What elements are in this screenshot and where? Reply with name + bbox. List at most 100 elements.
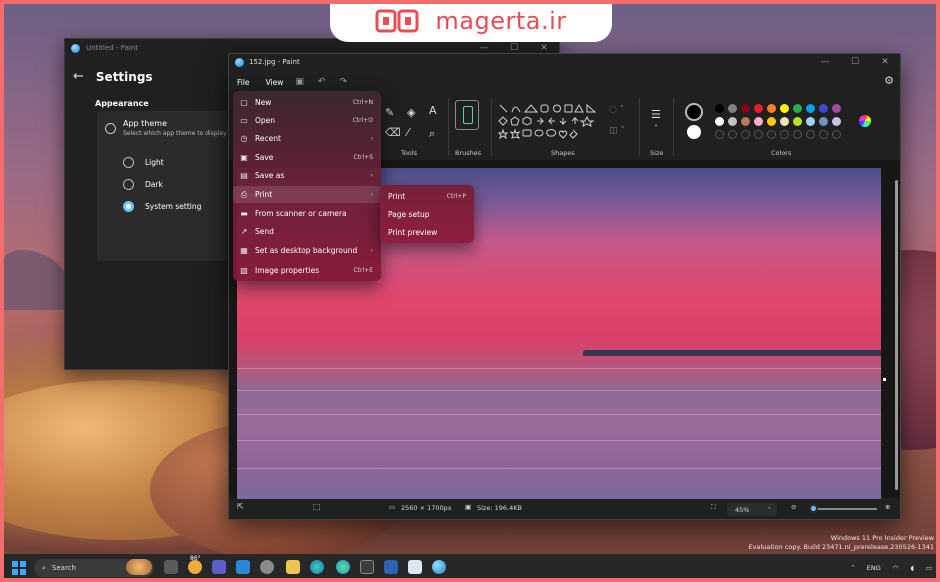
color-picker-icon[interactable]: ⁄ bbox=[407, 126, 409, 139]
pencil-icon[interactable]: ✎ bbox=[385, 106, 394, 119]
print-preview-menu-item[interactable]: Print preview bbox=[388, 228, 437, 237]
color-swatch[interactable] bbox=[793, 117, 802, 126]
magnifier-icon[interactable]: ⌕ bbox=[429, 127, 435, 141]
vertical-scrollbar[interactable] bbox=[895, 174, 898, 494]
zoom-in-icon[interactable]: ⊕ bbox=[885, 503, 890, 511]
paint-app-icon[interactable] bbox=[432, 560, 446, 574]
brushes-button[interactable] bbox=[455, 100, 479, 130]
color-swatch[interactable] bbox=[754, 130, 763, 139]
secondary-color-swatch[interactable] bbox=[687, 125, 701, 139]
zoom-dropdown[interactable]: 45% ˅ bbox=[727, 503, 777, 516]
file-explorer-icon[interactable] bbox=[286, 560, 300, 574]
file-menu-item[interactable]: ▧ Image properties Ctrl+E bbox=[233, 262, 381, 279]
color-swatch[interactable] bbox=[793, 130, 802, 139]
redo-icon[interactable]: ↷ bbox=[333, 77, 353, 87]
language-indicator[interactable]: ENG bbox=[867, 564, 881, 572]
volume-icon[interactable]: ◖ bbox=[910, 564, 913, 572]
zoom-out-icon[interactable]: ⊖ bbox=[791, 503, 796, 511]
zoom-slider-knob[interactable] bbox=[809, 504, 818, 513]
save-icon[interactable]: ▣ bbox=[289, 77, 310, 87]
theme-option-light[interactable]: Light bbox=[123, 157, 164, 168]
color-swatch[interactable] bbox=[767, 117, 776, 126]
battery-icon[interactable]: ▭ bbox=[926, 564, 932, 572]
file-menu-item[interactable]: ▦ Set as desktop background › bbox=[233, 242, 381, 259]
weather-widget-icon[interactable] bbox=[188, 560, 202, 574]
notepad-icon[interactable] bbox=[408, 560, 422, 574]
color-swatch[interactable] bbox=[728, 130, 737, 139]
color-swatch[interactable] bbox=[780, 117, 789, 126]
file-menu-item[interactable]: ⎙ Print › bbox=[233, 186, 381, 203]
color-swatch[interactable] bbox=[806, 117, 815, 126]
color-swatch[interactable] bbox=[819, 130, 828, 139]
zoom-slider-track[interactable] bbox=[811, 508, 877, 510]
radio-button[interactable] bbox=[123, 157, 134, 168]
radio-button-selected[interactable] bbox=[123, 201, 134, 212]
primary-color-swatch[interactable] bbox=[685, 103, 703, 121]
color-swatch[interactable] bbox=[819, 117, 828, 126]
back-arrow-icon[interactable]: ← bbox=[73, 69, 84, 84]
color-swatch[interactable] bbox=[754, 117, 763, 126]
task-view-icon[interactable] bbox=[164, 560, 178, 574]
close-icon[interactable]: ✕ bbox=[870, 53, 900, 71]
resize-handle[interactable] bbox=[883, 378, 886, 381]
edge-beta-icon[interactable] bbox=[336, 560, 350, 574]
theme-option-dark[interactable]: Dark bbox=[123, 179, 163, 190]
settings-gear-icon[interactable] bbox=[260, 560, 274, 574]
widgets-icon[interactable] bbox=[236, 560, 250, 574]
size-lines-icon[interactable]: ☰ bbox=[651, 108, 661, 121]
radio-button[interactable] bbox=[123, 179, 134, 190]
minimize-icon[interactable]: — bbox=[810, 53, 840, 71]
fill-bucket-icon[interactable]: ◈ bbox=[407, 106, 415, 119]
terminal-icon[interactable] bbox=[360, 560, 374, 574]
maximize-icon[interactable]: ☐ bbox=[840, 53, 870, 71]
color-swatch[interactable] bbox=[715, 117, 724, 126]
fit-to-window-icon[interactable]: ⛶ bbox=[711, 503, 716, 512]
color-swatch[interactable] bbox=[741, 117, 750, 126]
color-swatch[interactable] bbox=[832, 117, 841, 126]
start-windows-icon[interactable] bbox=[12, 561, 26, 575]
teams-chat-icon[interactable] bbox=[212, 560, 226, 574]
file-menu-item[interactable]: ▬ From scanner or camera bbox=[233, 205, 381, 222]
settings-gear-icon[interactable]: ⚙ bbox=[884, 74, 894, 87]
edit-colors-icon[interactable] bbox=[859, 115, 871, 127]
menu-file[interactable]: File bbox=[233, 76, 254, 89]
chevron-up-icon[interactable]: ˄ bbox=[851, 564, 854, 572]
color-swatch[interactable] bbox=[780, 104, 789, 113]
store-icon[interactable] bbox=[384, 560, 398, 574]
color-swatch[interactable] bbox=[715, 130, 724, 139]
file-menu-item[interactable]: ↗ Send bbox=[233, 223, 381, 240]
file-menu-item[interactable]: ▢ New Ctrl+N bbox=[233, 94, 381, 111]
color-swatch[interactable] bbox=[741, 104, 750, 113]
color-swatch[interactable] bbox=[715, 104, 724, 113]
outline-dropdown-icon[interactable]: ◌ ˅ bbox=[609, 105, 624, 115]
color-swatch[interactable] bbox=[806, 130, 815, 139]
color-swatch[interactable] bbox=[780, 130, 789, 139]
wifi-icon[interactable]: ◠ bbox=[893, 564, 899, 572]
color-swatch[interactable] bbox=[793, 104, 802, 113]
undo-icon[interactable]: ↶ bbox=[312, 77, 332, 87]
print-menu-item[interactable]: Print bbox=[388, 192, 405, 201]
chevron-down-icon[interactable]: ˅ bbox=[654, 124, 658, 133]
shapes-gallery[interactable] bbox=[497, 102, 601, 142]
color-swatch[interactable] bbox=[806, 104, 815, 113]
fill-dropdown-icon[interactable]: ◫ ˅ bbox=[609, 126, 625, 136]
color-swatch[interactable] bbox=[832, 130, 841, 139]
color-swatch[interactable] bbox=[741, 130, 750, 139]
edge-browser-icon[interactable] bbox=[310, 560, 324, 574]
color-swatch[interactable] bbox=[767, 104, 776, 113]
color-swatch[interactable] bbox=[832, 104, 841, 113]
color-swatch[interactable] bbox=[767, 130, 776, 139]
color-swatch[interactable] bbox=[728, 104, 737, 113]
file-menu-item[interactable]: ▤ Save as › bbox=[233, 167, 381, 184]
color-swatch[interactable] bbox=[754, 104, 763, 113]
color-swatch[interactable] bbox=[728, 117, 737, 126]
menu-view[interactable]: View bbox=[262, 76, 288, 89]
color-swatch[interactable] bbox=[819, 104, 828, 113]
page-setup-menu-item[interactable]: Page setup bbox=[388, 210, 430, 219]
eraser-icon[interactable]: ⌫ bbox=[385, 126, 401, 139]
file-menu-item[interactable]: ▣ Save Ctrl+S bbox=[233, 149, 381, 166]
search-highlight-icon[interactable] bbox=[126, 559, 152, 575]
text-icon[interactable]: A bbox=[429, 104, 437, 117]
file-menu-item[interactable]: ◷ Recent › bbox=[233, 130, 381, 147]
file-menu-item[interactable]: ▭ Open Ctrl+O bbox=[233, 112, 381, 129]
